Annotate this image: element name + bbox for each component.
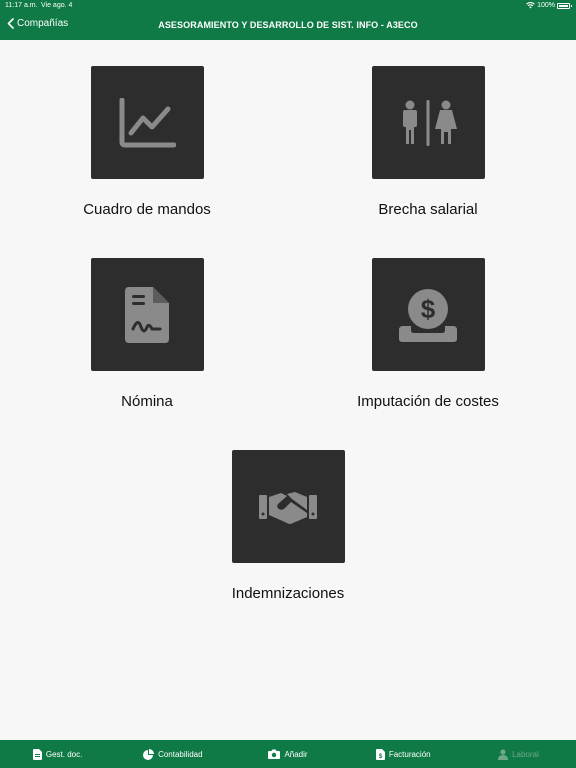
tab-laboral[interactable]: Laboral [461,740,576,768]
camera-icon [268,749,281,759]
status-time: 11:17 a.m. [5,2,38,9]
tile-indemnizaciones[interactable]: Indemnizaciones [188,450,388,602]
page-title: ASESORAMIENTO Y DESARROLLO DE SIST. INFO… [158,20,418,30]
tab-label: Laboral [512,749,539,759]
main-content: Cuadro de mandos Brecha salarial Nómina … [0,40,576,740]
tab-label: Contabilidad [158,749,203,759]
tile-imputacion-de-costes[interactable]: $ Imputación de costes [328,258,528,410]
battery-icon [557,2,572,9]
tile-label: Nómina [121,393,173,410]
wifi-icon [526,2,535,9]
tile-label: Cuadro de mandos [83,201,211,218]
invoice-icon: $ [375,748,385,760]
chart-line-icon [119,97,176,147]
tab-contabilidad[interactable]: Contabilidad [115,740,230,768]
document-icon [32,748,42,760]
payslip-icon [125,286,169,343]
pie-chart-icon [143,748,155,760]
svg-text:$: $ [421,294,436,324]
tab-label: Facturación [388,749,431,759]
tile-cuadro-de-mandos[interactable]: Cuadro de mandos [47,66,247,218]
tile-button[interactable] [90,66,204,179]
tile-nomina[interactable]: Nómina [47,258,247,410]
status-bar: 11:17 a.m. Vie ago. 4 100% [0,0,576,12]
tile-brecha-salarial[interactable]: Brecha salarial [328,66,528,218]
handshake-icon [259,491,317,524]
tab-label: Gest. doc. [45,749,83,759]
restroom-icon [403,99,457,146]
tab-facturacion[interactable]: $ Facturación [346,740,461,768]
person-icon [498,748,509,760]
tab-label: Añadir [284,749,308,759]
tile-button[interactable] [90,258,204,371]
tile-button[interactable]: $ [371,258,485,371]
coin-dollar-icon: $ [399,288,457,342]
tile-label: Imputación de costes [357,393,499,410]
navigation-bar: Compañías ASESORAMIENTO Y DESARROLLO DE … [0,12,576,40]
tile-label: Brecha salarial [378,201,478,218]
tile-button[interactable] [231,450,345,563]
tile-button[interactable] [371,66,485,179]
status-right: 100% [526,2,572,9]
tab-anadir[interactable]: Añadir [230,740,345,768]
tab-bar: Gest. doc. Contabilidad Añadir $ Factura… [0,740,576,768]
battery-percent: 100% [537,2,555,9]
tile-label: Indemnizaciones [231,585,345,602]
status-date: Vie ago. 4 [41,2,73,9]
tab-gest-doc[interactable]: Gest. doc. [0,740,115,768]
